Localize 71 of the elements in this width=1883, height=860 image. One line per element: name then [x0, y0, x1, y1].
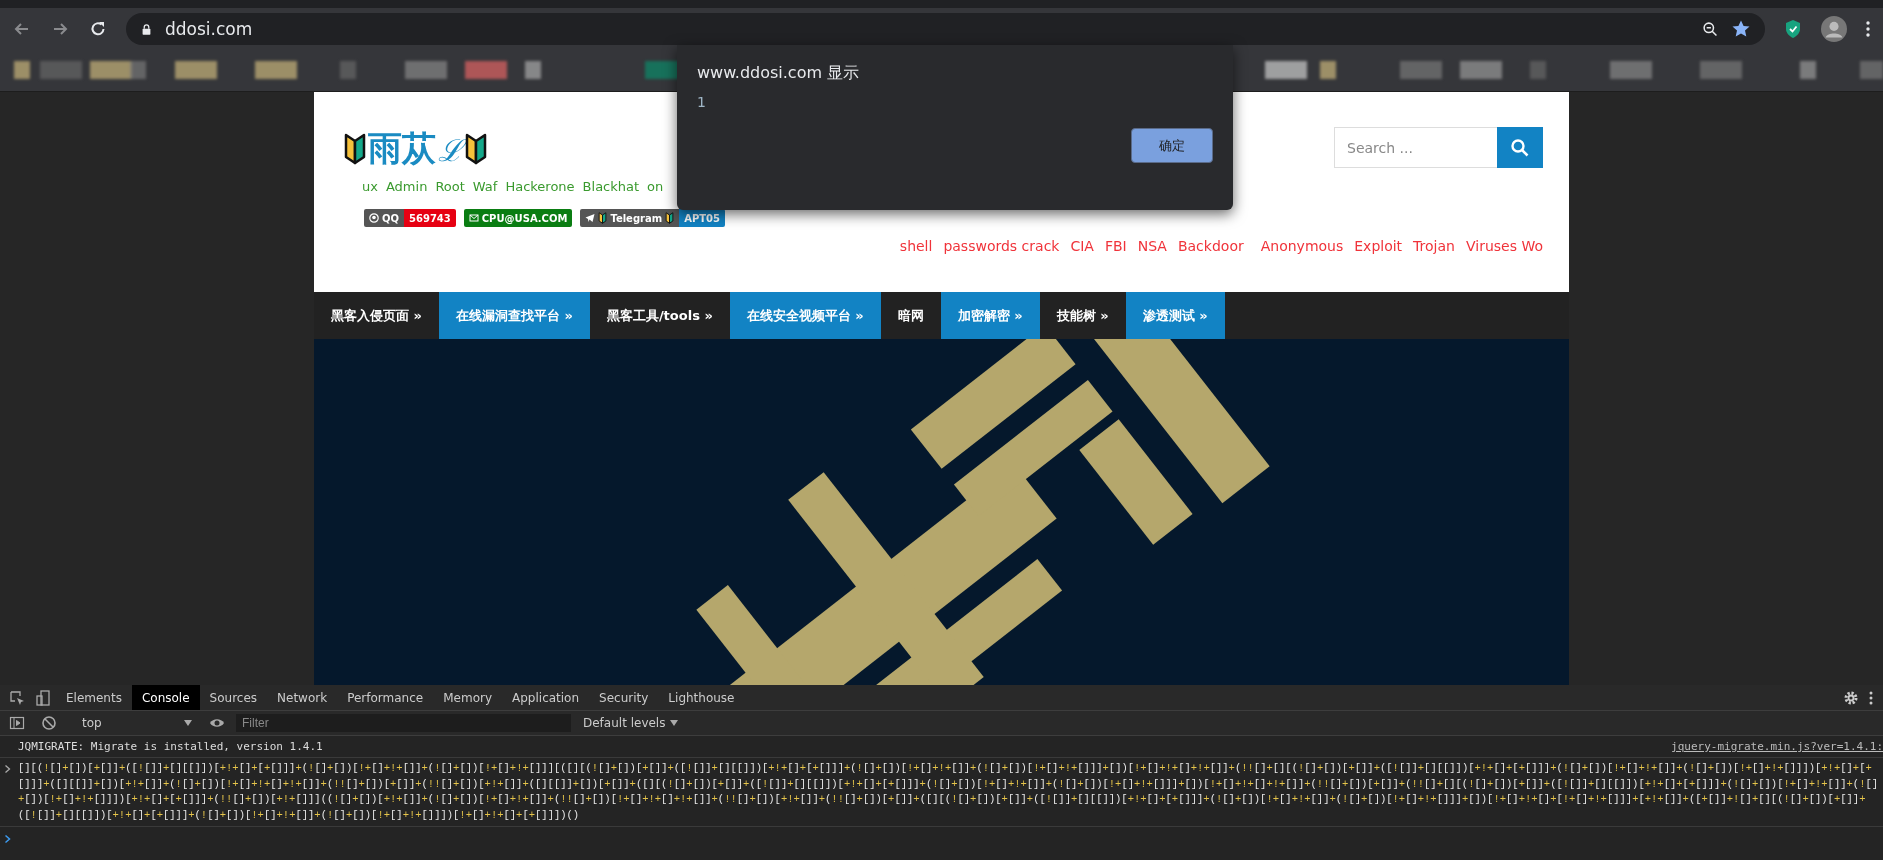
sidebar-toggle-icon[interactable]	[9, 715, 25, 731]
devtools-tab[interactable]: Lighthouse	[658, 685, 745, 710]
dialog-message: 1	[697, 94, 707, 110]
clear-console-icon[interactable]	[41, 715, 57, 731]
keyword-link[interactable]: on	[647, 179, 664, 194]
nav-menu-item[interactable]: 在线漏洞查找平台 »	[438, 292, 590, 339]
shield-icon[interactable]	[1783, 19, 1803, 39]
badge-value: 569743	[404, 209, 456, 227]
lock-icon	[140, 22, 153, 36]
keyword-link[interactable]: FBI	[1104, 238, 1127, 254]
paper-plane-icon	[585, 213, 596, 223]
beginner-mark-icon	[665, 212, 675, 224]
search-icon	[1510, 137, 1530, 158]
filter-field[interactable]: Filter	[236, 714, 571, 732]
keyword-link[interactable]: Exploit	[1354, 238, 1403, 254]
nav-menu-item[interactable]: 渗透测试 »	[1125, 292, 1225, 339]
keyword-link[interactable]: NSA	[1137, 238, 1167, 254]
devtools-tab[interactable]: Performance	[337, 685, 434, 710]
star-icon[interactable]	[1731, 19, 1751, 39]
log-levels-dropdown[interactable]: Default levels	[577, 715, 685, 731]
devtools-tab[interactable]: Network	[267, 685, 338, 710]
dropdown-caret-icon	[184, 720, 192, 726]
envelope-icon	[468, 213, 479, 223]
devtools-tab[interactable]: Elements	[56, 685, 132, 710]
keyword-link[interactable]: ux	[362, 179, 378, 194]
beginner-mark-icon	[465, 133, 487, 165]
beginner-mark-icon	[598, 212, 608, 224]
settings-icon[interactable]	[1843, 689, 1859, 706]
nav-menu-item[interactable]: 在线安全视频平台 »	[729, 292, 881, 339]
keyword-link[interactable]: shell	[899, 238, 933, 254]
prompt-icon[interactable]	[4, 834, 12, 844]
beginner-mark-icon	[344, 133, 366, 165]
zoom-icon[interactable]	[1702, 20, 1719, 38]
badge-text: Telegram	[610, 212, 663, 224]
chevron-icon	[4, 764, 12, 774]
context-selector[interactable]: top	[82, 716, 102, 730]
nav-menu-item[interactable]: 加密解密 »	[940, 292, 1040, 339]
dropdown-caret-icon	[670, 720, 679, 726]
keyword-link[interactable]: Blackhat	[582, 179, 640, 194]
devtools-tab[interactable]: Application	[502, 685, 590, 710]
keyword-link[interactable]: Admin	[385, 179, 428, 194]
keyword-link[interactable]: passwords crack	[943, 238, 1060, 254]
inspect-icon[interactable]	[9, 689, 25, 706]
qq-icon	[369, 213, 379, 223]
keyword-link[interactable]: CIA	[1070, 238, 1094, 254]
console-message: JQMIGRATE: Migrate is installed, version 1.4.1	[18, 740, 323, 753]
dialog-title: www.ddosi.com 显示	[697, 63, 861, 84]
more-icon[interactable]	[1865, 19, 1871, 39]
devtools-tab[interactable]: Security	[589, 685, 659, 710]
more-icon[interactable]	[1869, 689, 1873, 706]
search-button[interactable]	[1497, 127, 1543, 168]
badge-text: CPU@USA.COM	[481, 212, 568, 224]
keyword-link[interactable]: Root	[435, 179, 465, 194]
device-toggle-icon[interactable]	[35, 689, 51, 706]
search-field[interactable]: Search ...	[1334, 127, 1497, 168]
keyword-link[interactable]: Backdoor	[1177, 238, 1244, 254]
keyword-link[interactable]: Waf	[472, 179, 498, 194]
source-link[interactable]: jquery-migrate.min.js?ver=1.4.1:	[1671, 740, 1883, 753]
devtools-tab[interactable]: Sources	[199, 685, 268, 710]
badge-value: APT05	[679, 209, 725, 227]
keyword-link[interactable]: Hackerone	[505, 179, 575, 194]
avatar-icon[interactable]	[1821, 16, 1847, 42]
keyword-link[interactable]: Trojan	[1413, 238, 1455, 254]
devtools-tab[interactable]: Console	[131, 685, 200, 710]
ok-button[interactable]: 确定	[1131, 128, 1213, 163]
devtools-tab[interactable]: Memory	[433, 685, 502, 710]
badge-text: QQ	[382, 212, 399, 224]
console-input-code: [][(![]+[])[+[]]+([![]]+[][[]])[+!+[]+[+[]]]+(![]+[])[!+[]+!+[]]+(![]+[])[!+[]+!+[]]][([][(![]+[])[+[]]+([![]]+[][[]])[+!+[]+[+[]]]+(![]+[])[!+[]+!+[]]+(![]+[])[!+[]+!+[]]]+[])[!+[]+!+[]+!+[]]+(!![]+[][(![]+[])[+[]]+([![]]+[][[]])[+!+[]+[+[]]]+(![]+[])[!+[]+!+[]]+(![]+[])[!+[]+!+[]]])[+!+[]+[+[]]]+([][[]]+[])[+!+[]]+(![]+[])[!+[]+!+[]+!+[]]+(!![]+[])[+[]]+(!![]+[])[+!+[]]+([][[]]+[])[+[]]+([][(![]+[])[+[]]+([![]]+[][[]])[+!+[]+[+[]]]+(![]+[])[!+[]+!+[]]+(![]+[])[!+[]+!+[]]]+[])[!+[]+!+[]+!+[]]+(!![]+[])[+[]]+(!![]+[][(![]+[])[+[]]+([![]]+[][[]])[+!+[]+[+[]]]+(![]+[])[!+[]+!+[]]+(![]+[])[!+[]+!+[]]])[+!+[]+[+[]]]+(!![]+[])[+!+[]]]((![]+[])[+!+[]]+(![]+[])[!+[]+!+[]]+(!![]+[])[!+[]+!+[]+!+[]]+(!![]+[])[+!+[]]+(!![]+[])[+[]]+([][(![]+[])[+[]]+([![]]+[][[]])[+!+[]+[+[]]]+(![]+[])[!+[]+!+[]]+(![]+[])[!+[]+!+[]]]+[])[!+[]+!+[]+[!+[]+!+[]]]+[+!+[]]+([+[]]+![]+[][(![]+[])[+[]]+([![]]+[][[]])[+!+[]+[+[]]]+(![]+[])[!+[]+!+[]]+(![]+[])[!+[]+!+[]]])[!+[]+!+[]+[+[]]])()	[18, 761, 1880, 823]
keyword-link[interactable]: Viruses Wo	[1465, 238, 1543, 254]
keyword-link[interactable]: Anonymous	[1260, 238, 1344, 254]
site-logo-text[interactable]: 雨苁	[368, 126, 436, 172]
